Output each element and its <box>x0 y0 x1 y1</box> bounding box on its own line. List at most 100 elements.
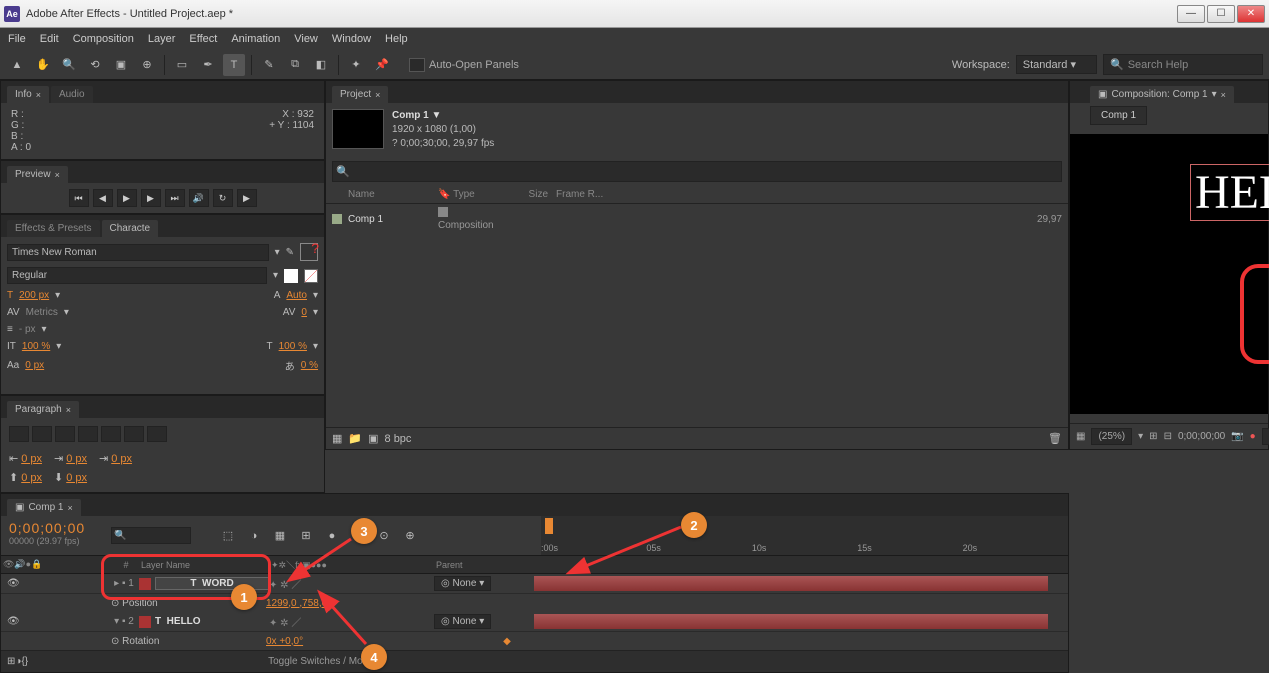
hand-tool[interactable]: ✋ <box>32 54 54 76</box>
snapshot-icon[interactable]: 📷 <box>1231 431 1243 442</box>
tl-tool-2[interactable]: ◑ <box>243 525 265 547</box>
res-icon-2[interactable]: ⊟ <box>1164 431 1172 442</box>
hscale-value[interactable]: 100 % <box>279 341 307 352</box>
tl-tool-8[interactable]: ⊕ <box>399 525 421 547</box>
preview-timecode[interactable]: 0;00;00;00 <box>1178 431 1225 442</box>
effects-presets-tab[interactable]: Effects & Presets <box>7 220 100 237</box>
project-tab[interactable]: Project× <box>332 86 388 103</box>
audio-tab[interactable]: Audio <box>51 86 93 103</box>
indent-first-value[interactable]: 0 px <box>66 453 87 465</box>
text-tool[interactable]: T <box>223 54 245 76</box>
font-size-value[interactable]: 200 px <box>19 290 49 301</box>
rectangle-tool[interactable]: ▭ <box>171 54 193 76</box>
composition-tab[interactable]: ▣ Composition: Comp 1 ▾ × <box>1090 86 1234 103</box>
roto-tool[interactable]: ✦ <box>345 54 367 76</box>
audio-button[interactable]: 🔊 <box>189 189 209 207</box>
project-search[interactable]: 🔍 <box>332 161 1062 182</box>
loop-button[interactable]: ↻ <box>213 189 233 207</box>
quality-dropdown[interactable]: (Quarter) <box>1262 428 1269 445</box>
preview-tab[interactable]: Preview× <box>7 166 68 183</box>
res-icon-1[interactable]: ⊞ <box>1149 431 1157 442</box>
character-tab[interactable]: Characte <box>102 220 159 237</box>
font-family-dropdown[interactable]: Times New Roman <box>7 244 269 261</box>
justify-right-button[interactable] <box>124 426 144 442</box>
timeline-prop-rotation[interactable]: ⊙ Rotation 0x +0,0° ◆ <box>1 632 1068 650</box>
pan-behind-tool[interactable]: ⊕ <box>136 54 158 76</box>
first-frame-button[interactable]: ⏮ <box>69 189 89 207</box>
timeline-prop-position[interactable]: ⊙ Position 1299,0 ,758,0 <box>1 594 1068 612</box>
align-right-button[interactable] <box>55 426 75 442</box>
align-left-button[interactable] <box>9 426 29 442</box>
selection-tool[interactable]: ▲ <box>6 54 28 76</box>
justify-left-button[interactable] <box>78 426 98 442</box>
menu-effect[interactable]: Effect <box>189 33 217 45</box>
kerning-value[interactable]: Metrics <box>26 307 58 318</box>
tsume-value[interactable]: 0 % <box>301 360 318 371</box>
no-stroke-swatch[interactable] <box>304 269 318 283</box>
brush-tool[interactable]: ✎ <box>258 54 280 76</box>
font-style-dropdown[interactable]: Regular <box>7 267 267 284</box>
folder-icon[interactable]: 📁 <box>348 432 362 445</box>
maximize-button[interactable]: ☐ <box>1207 5 1235 23</box>
channel-icon[interactable]: ● <box>1250 431 1256 442</box>
menu-layer[interactable]: Layer <box>148 33 176 45</box>
comp-inner-tab[interactable]: Comp 1 <box>1090 106 1147 125</box>
menu-view[interactable]: View <box>294 33 318 45</box>
menu-window[interactable]: Window <box>332 33 371 45</box>
tl-tool-1[interactable]: ⬚ <box>217 525 239 547</box>
close-button[interactable]: ✕ <box>1237 5 1265 23</box>
auto-open-checkbox[interactable] <box>409 58 425 72</box>
composition-viewport[interactable]: HELLO WORD 5 <box>1070 134 1268 414</box>
search-help-input[interactable]: 🔍 Search Help <box>1103 54 1263 75</box>
workspace-dropdown[interactable]: Standard ▾ <box>1016 55 1097 74</box>
paragraph-tab[interactable]: Paragraph× <box>7 401 79 418</box>
justify-all-button[interactable] <box>147 426 167 442</box>
zoom-tool[interactable]: 🔍 <box>58 54 80 76</box>
space-after-value[interactable]: 0 px <box>66 472 87 484</box>
menu-animation[interactable]: Animation <box>231 33 280 45</box>
last-frame-button[interactable]: ⏭ <box>165 189 185 207</box>
space-before-value[interactable]: 0 px <box>21 472 42 484</box>
eraser-tool[interactable]: ◧ <box>310 54 332 76</box>
interpret-icon[interactable]: ▦ <box>332 432 342 445</box>
project-item-comp1[interactable]: Comp 1 Composition 29,97 <box>326 204 1068 234</box>
info-tab[interactable]: Info× <box>7 86 49 103</box>
leading-value[interactable]: Auto <box>286 290 307 301</box>
tl-foot-icon-3[interactable]: {} <box>21 656 28 667</box>
timeline-layer-2[interactable]: 👁 ▾ ▪ 2 T HELLO ✦ ✲ ／ ◎ None ▾ <box>1 612 1068 632</box>
prev-frame-button[interactable]: ◀ <box>93 189 113 207</box>
text-layer-hello[interactable]: HELLO <box>1190 164 1269 221</box>
menu-help[interactable]: Help <box>385 33 408 45</box>
indent-right-value[interactable]: 0 px <box>111 453 132 465</box>
playhead-icon[interactable] <box>545 518 553 534</box>
timeline-tab[interactable]: ▣ Comp 1 × <box>7 499 81 516</box>
vscale-value[interactable]: 100 % <box>22 341 50 352</box>
menu-edit[interactable]: Edit <box>40 33 59 45</box>
fill-color-swatch[interactable]: ? <box>300 243 318 261</box>
trash-icon[interactable]: 🗑 <box>1048 432 1062 445</box>
menu-file[interactable]: File <box>8 33 26 45</box>
timeline-search[interactable] <box>111 527 191 544</box>
grid-icon[interactable]: ▦ <box>1076 431 1085 442</box>
bpc-button[interactable]: 8 bpc <box>385 433 412 445</box>
menu-composition[interactable]: Composition <box>73 33 134 45</box>
tracking-value[interactable]: 0 <box>301 307 307 318</box>
align-center-button[interactable] <box>32 426 52 442</box>
play-button[interactable]: ▶ <box>117 189 137 207</box>
zoom-dropdown[interactable]: (25%) <box>1091 428 1132 445</box>
comp-icon[interactable]: ▣ <box>368 432 378 445</box>
puppet-tool[interactable]: 📌 <box>371 54 393 76</box>
baseline-value[interactable]: 0 px <box>25 360 44 371</box>
ram-preview-button[interactable]: ▶ <box>237 189 257 207</box>
minimize-button[interactable]: — <box>1177 5 1205 23</box>
eyedropper-icon[interactable]: ✎ <box>286 247 294 258</box>
rotate-tool[interactable]: ⟲ <box>84 54 106 76</box>
stroke-color-swatch[interactable] <box>284 269 298 283</box>
next-frame-button[interactable]: ▶ <box>141 189 161 207</box>
current-timecode[interactable]: 0;00;00;00 <box>9 520 103 536</box>
indent-left-value[interactable]: 0 px <box>21 453 42 465</box>
timeline-layer-1[interactable]: 👁 ▸ ▪ 1 T WORD ✦ ✲ ／ ◎ None ▾ <box>1 574 1068 594</box>
pen-tool[interactable]: ✒ <box>197 54 219 76</box>
stroke-width-value[interactable]: - px <box>19 324 36 335</box>
justify-center-button[interactable] <box>101 426 121 442</box>
